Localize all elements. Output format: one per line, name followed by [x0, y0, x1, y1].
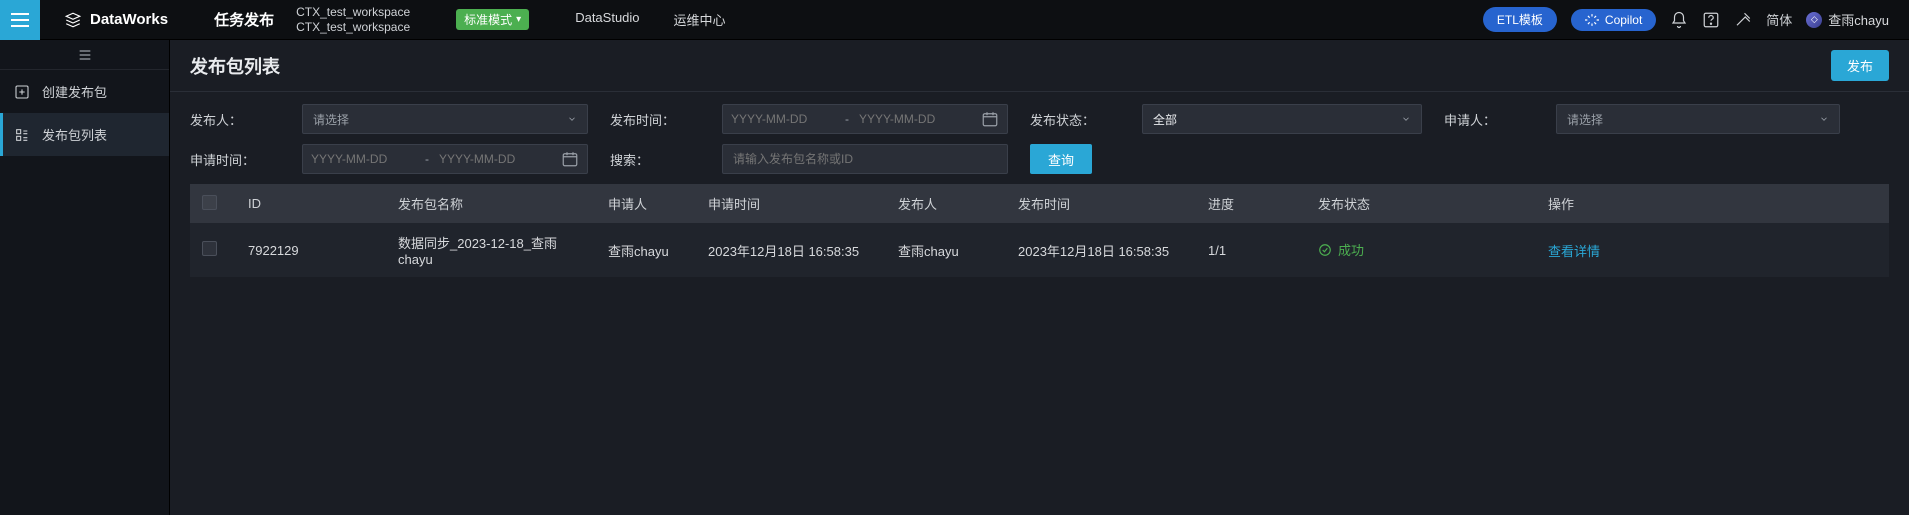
- cell-name: 数据同步_2023-12-18_查雨chayu: [386, 223, 596, 277]
- list-icon: [14, 127, 30, 143]
- workspace-name: CTX_test_workspace CTX_test_workspace: [296, 2, 410, 38]
- topbar: DataWorks 任务发布 CTX_test_workspace CTX_te…: [0, 0, 1909, 40]
- nav-ops-center[interactable]: 运维中心: [674, 10, 726, 29]
- filters: 发布人： 请选择 发布时间： - 发布状态： 全部 申请人： 请选择: [170, 92, 1909, 178]
- brand: DataWorks: [40, 11, 192, 29]
- plus-box-icon: [14, 84, 30, 100]
- query-button[interactable]: 查询: [1030, 144, 1092, 174]
- page-title: 发布包列表: [190, 53, 280, 79]
- view-detail-link[interactable]: 查看详情: [1548, 244, 1600, 259]
- calendar-icon: [981, 110, 999, 128]
- chevron-down-icon: ▾: [516, 14, 521, 25]
- sparkle-icon: [1585, 13, 1599, 27]
- apply-time-range[interactable]: -: [302, 144, 588, 174]
- content-area: 发布包列表 发布 发布人： 请选择 发布时间： - 发布状态： 全部: [170, 40, 1909, 515]
- publisher-label: 发布人：: [190, 110, 302, 129]
- workspace-line1: CTX_test_workspace: [296, 5, 410, 20]
- brand-icon: [64, 11, 82, 29]
- cell-publish-time: 2023年12月18日 16:58:35: [1006, 223, 1196, 277]
- publish-button[interactable]: 发布: [1831, 50, 1889, 81]
- cell-progress: 1/1: [1196, 223, 1306, 277]
- top-nav: DataStudio 运维中心: [575, 10, 725, 29]
- col-id: ID: [236, 184, 386, 223]
- range-separator: -: [415, 152, 439, 166]
- user-chip[interactable]: ◇ 查雨chayu: [1806, 10, 1889, 29]
- select-all-checkbox[interactable]: [202, 195, 217, 210]
- search-label: 搜索：: [610, 150, 722, 169]
- row-checkbox[interactable]: [202, 241, 217, 256]
- app-name: 任务发布: [192, 9, 296, 30]
- etl-template-button[interactable]: ETL模板: [1483, 7, 1557, 32]
- publish-status-value: 全部: [1153, 111, 1177, 128]
- sidebar-item-label: 发布包列表: [42, 125, 107, 144]
- bell-icon[interactable]: [1670, 11, 1688, 29]
- global-menu-icon[interactable]: [0, 0, 40, 40]
- publish-time-label: 发布时间：: [610, 110, 722, 129]
- publish-time-end[interactable]: [859, 112, 963, 126]
- publish-status-label: 发布状态：: [1030, 110, 1142, 129]
- package-table: ID 发布包名称 申请人 申请时间 发布人 发布时间 进度 发布状态 操作 7: [170, 178, 1909, 515]
- col-publisher: 发布人: [886, 184, 1006, 223]
- chevron-down-icon: [567, 114, 577, 124]
- mode-label: 标准模式: [464, 11, 512, 28]
- cell-applicant: 查雨chayu: [596, 223, 696, 277]
- table-row: 7922129 数据同步_2023-12-18_查雨chayu 查雨chayu …: [190, 223, 1889, 277]
- nav-datastudio[interactable]: DataStudio: [575, 10, 639, 29]
- language-switch[interactable]: 简体: [1766, 10, 1792, 29]
- sidebar-item-create-package[interactable]: 创建发布包: [0, 70, 169, 113]
- col-action: 操作: [1536, 184, 1889, 223]
- apply-time-start[interactable]: [311, 152, 415, 166]
- publisher-select[interactable]: 请选择: [302, 104, 588, 134]
- apply-time-end[interactable]: [439, 152, 543, 166]
- publish-time-start[interactable]: [731, 112, 835, 126]
- topbar-tools: ETL模板 Copilot 简体 ◇ 查雨chayu: [1483, 7, 1909, 32]
- user-name: 查雨chayu: [1828, 10, 1889, 29]
- col-apply-time: 申请时间: [696, 184, 886, 223]
- check-circle-icon: [1318, 243, 1332, 257]
- copilot-button[interactable]: Copilot: [1571, 9, 1656, 31]
- sidebar-item-label: 创建发布包: [42, 82, 107, 101]
- mode-badge[interactable]: 标准模式 ▾: [456, 9, 529, 30]
- col-name: 发布包名称: [386, 184, 596, 223]
- apply-time-label: 申请时间：: [190, 150, 302, 169]
- applicant-select[interactable]: 请选择: [1556, 104, 1840, 134]
- publish-time-range[interactable]: -: [722, 104, 1008, 134]
- sidebar-collapse-icon[interactable]: [0, 40, 169, 70]
- workspace-line2: CTX_test_workspace: [296, 20, 410, 35]
- chevron-down-icon: [1401, 114, 1411, 124]
- chevron-down-icon: [1819, 114, 1829, 124]
- settings-icon[interactable]: [1734, 11, 1752, 29]
- range-separator: -: [835, 112, 859, 126]
- applicant-label: 申请人：: [1444, 110, 1556, 129]
- col-publish-time: 发布时间: [1006, 184, 1196, 223]
- cell-id: 7922129: [236, 223, 386, 277]
- cell-apply-time: 2023年12月18日 16:58:35: [696, 223, 886, 277]
- status-badge: 成功: [1318, 240, 1364, 259]
- col-status: 发布状态: [1306, 184, 1536, 223]
- col-progress: 进度: [1196, 184, 1306, 223]
- cell-publisher: 查雨chayu: [886, 223, 1006, 277]
- status-text: 成功: [1338, 240, 1364, 259]
- publisher-placeholder: 请选择: [313, 111, 349, 128]
- avatar-icon: ◇: [1806, 12, 1822, 28]
- search-input[interactable]: [722, 144, 1008, 174]
- applicant-placeholder: 请选择: [1567, 111, 1603, 128]
- brand-label: DataWorks: [90, 11, 168, 28]
- sidebar: 创建发布包 发布包列表: [0, 40, 170, 515]
- calendar-icon: [561, 150, 579, 168]
- col-applicant: 申请人: [596, 184, 696, 223]
- publish-status-select[interactable]: 全部: [1142, 104, 1422, 134]
- table-header-row: ID 发布包名称 申请人 申请时间 发布人 发布时间 进度 发布状态 操作: [190, 184, 1889, 223]
- sidebar-item-package-list[interactable]: 发布包列表: [0, 113, 169, 156]
- help-icon[interactable]: [1702, 11, 1720, 29]
